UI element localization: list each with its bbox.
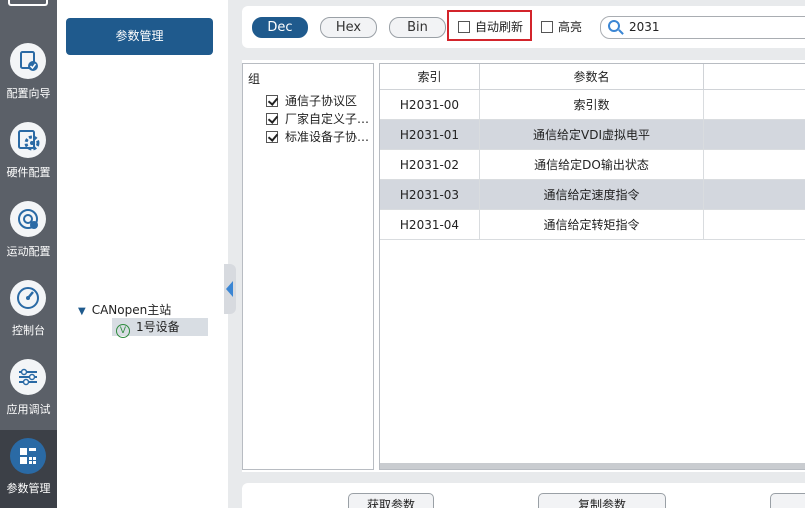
nav-top-icon[interactable] [8,0,48,6]
group-item-comm-subprotocol[interactable]: 通信子协议区 [266,93,357,109]
copy-params-button[interactable]: 复制参数 [538,493,666,508]
table-row[interactable]: H2031-04 通信给定转矩指令 [380,210,805,240]
caret-down-icon[interactable]: ▼ [78,306,86,317]
group-item-label: 标准设备子协… [285,130,370,144]
column-header-index[interactable]: 索引 [380,64,480,90]
cell-name: 通信给定DO输出状态 [480,150,704,180]
param-management-button[interactable]: 参数管理 [66,18,213,55]
nav-item-param-management[interactable]: 参数管理 [0,430,57,508]
param-table: 索引 参数名 H2031-00 索引数 H2031-01 通信给定VDI虚拟电平… [379,63,805,470]
tree-item-label: 1号设备 [136,320,180,334]
highlight-checkbox[interactable]: 高亮 [541,19,582,35]
cell-index: H2031-03 [380,180,480,210]
param-grid-icon [10,438,46,474]
nav-item-config-wizard[interactable]: 配置向导 [0,35,57,114]
hardware-gear-icon [10,122,46,158]
search-icon [608,20,620,32]
table-header: 索引 参数名 [380,64,805,90]
main-nav: 配置向导 硬件配置 运动配置 控制台 应用调试 参数管理 [0,0,57,508]
cell-name: 通信给定VDI虚拟电平 [480,120,704,150]
nav-label: 控制台 [12,324,45,337]
search-input[interactable]: 2031 [600,16,805,39]
cell-index: H2031-01 [380,120,480,150]
table-row[interactable]: H2031-02 通信给定DO输出状态 [380,150,805,180]
arrow-left-icon [226,281,233,297]
tree-item-device-1[interactable]: V 1号设备 [112,318,208,338]
action-bar: 获取参数 复制参数 [242,483,805,508]
dec-button[interactable]: Dec [252,17,308,38]
checkbox-checked[interactable] [266,131,278,143]
table-row[interactable]: H2031-00 索引数 [380,90,805,120]
tree-root-canopen[interactable]: ▼ CANopen主站 [78,301,171,318]
auto-refresh-checkbox[interactable]: 自动刷新 [458,19,523,35]
gauge-icon [10,280,46,316]
group-item-standard-device[interactable]: 标准设备子协… [266,129,369,145]
motion-icon [10,201,46,237]
highlight-label: 高亮 [558,20,583,34]
bin-button[interactable]: Bin [389,17,446,38]
nav-item-hardware-config[interactable]: 硬件配置 [0,114,57,193]
group-panel: 组 通信子协议区 厂家自定义子… 标准设备子协… [242,63,374,470]
toolbar: Dec Hex Bin 自动刷新 高亮 2031 [242,6,805,48]
nav-label: 应用调试 [6,403,51,416]
wizard-icon [10,43,46,79]
checkbox-box[interactable] [458,21,470,33]
nav-label: 参数管理 [6,482,51,495]
group-item-label: 厂家自定义子… [285,112,370,126]
collapse-splitter[interactable] [224,264,236,314]
nav-label: 运动配置 [6,245,51,258]
cell-index: H2031-02 [380,150,480,180]
cell-name: 通信给定转矩指令 [480,210,704,240]
cell-index: H2031-04 [380,210,480,240]
group-item-vendor-defined[interactable]: 厂家自定义子… [266,111,369,127]
cell-name: 通信给定速度指令 [480,180,704,210]
device-tree: ▼ CANopen主站 V 1号设备 [66,293,213,508]
tree-root-label: CANopen主站 [91,303,172,317]
auto-refresh-label: 自动刷新 [475,20,524,34]
nav-item-console[interactable]: 控制台 [0,272,57,351]
search-value: 2031 [629,20,660,34]
group-header: 组 [248,72,261,86]
more-action-button[interactable] [770,493,805,508]
nav-label: 配置向导 [6,87,51,100]
column-header-name[interactable]: 参数名 [480,64,704,90]
nav-label: 硬件配置 [6,166,51,179]
cell-name: 索引数 [480,90,704,120]
checkbox-checked[interactable] [266,95,278,107]
nav-item-motion-config[interactable]: 运动配置 [0,193,57,272]
checkbox-checked[interactable] [266,113,278,125]
checkbox-box[interactable] [541,21,553,33]
cell-index: H2031-00 [380,90,480,120]
horizontal-scrollbar[interactable] [380,463,805,469]
hex-button[interactable]: Hex [320,17,377,38]
fetch-params-button[interactable]: 获取参数 [348,493,434,508]
table-row[interactable]: H2031-01 通信给定VDI虚拟电平 [380,120,805,150]
table-row[interactable]: H2031-03 通信给定速度指令 [380,180,805,210]
sub-sidebar: 参数管理 ▼ CANopen主站 V 1号设备 [57,0,228,508]
group-item-label: 通信子协议区 [285,94,358,108]
main-panel: 组 通信子协议区 厂家自定义子… 标准设备子协… 索引 参数名 H2031-00… [242,60,805,472]
sliders-icon [10,359,46,395]
nav-item-app-debug[interactable]: 应用调试 [0,351,57,430]
device-check-icon: V [116,324,130,338]
